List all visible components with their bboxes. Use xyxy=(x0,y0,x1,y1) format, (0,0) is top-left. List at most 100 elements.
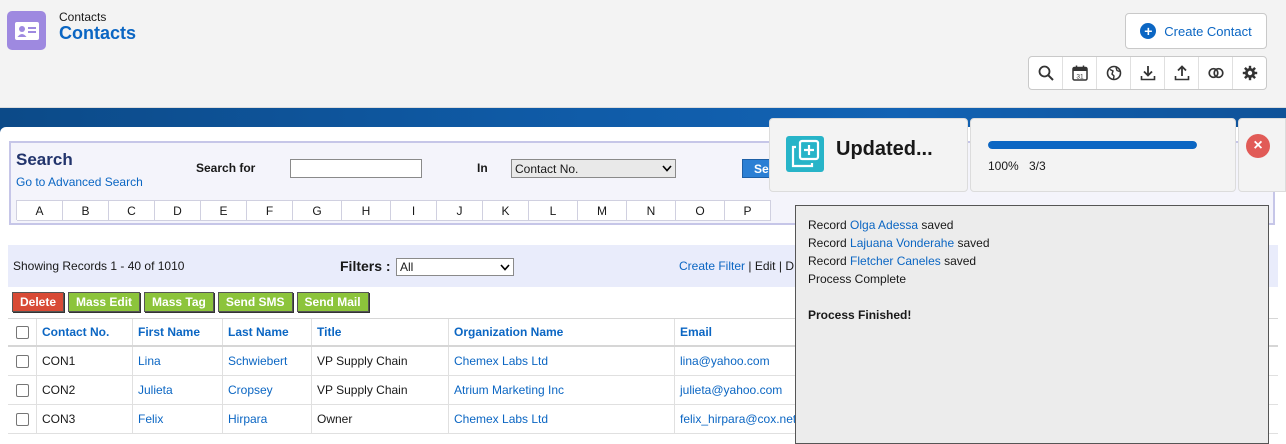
log-prefix: Record xyxy=(808,218,851,232)
alpha-letter[interactable]: J xyxy=(437,201,483,221)
alpha-letter[interactable]: D xyxy=(155,201,201,221)
progress-bar-fill xyxy=(988,141,1197,149)
alpha-letter[interactable]: K xyxy=(483,201,529,221)
title-cell: VP Supply Chain xyxy=(312,376,449,404)
filters-label: Filters : xyxy=(340,258,391,274)
mass-edit-button[interactable]: Mass Edit xyxy=(68,292,141,312)
chevron-down-icon xyxy=(662,165,672,172)
log-line: Record Olga Adessa saved xyxy=(808,218,1256,236)
alpha-letter[interactable]: C xyxy=(109,201,155,221)
first-name-link[interactable]: Julieta xyxy=(133,376,223,404)
log-suffix: saved xyxy=(918,218,954,232)
mass-actions: Delete Mass Edit Mass Tag Send SMS Send … xyxy=(12,292,369,312)
edit-filter-link[interactable]: Edit xyxy=(755,259,776,273)
send-mail-button[interactable]: Send Mail xyxy=(296,292,369,312)
upload-icon[interactable] xyxy=(1165,57,1199,89)
separator: | xyxy=(775,259,786,273)
contact-no-cell: CON3 xyxy=(37,405,133,433)
alpha-letter[interactable]: P xyxy=(725,201,771,221)
record-count: Showing Records 1 - 40 of 1010 xyxy=(13,259,185,273)
log-line: Record Lajuana Vonderahe saved xyxy=(808,236,1256,254)
search-field-select[interactable]: Contact No. xyxy=(511,159,676,178)
select-all-cell xyxy=(8,319,37,345)
search-title: Search xyxy=(16,150,73,169)
separator: | xyxy=(745,259,755,273)
column-header[interactable]: Title xyxy=(312,319,449,345)
contact-no-cell: CON2 xyxy=(37,376,133,404)
last-name-link[interactable]: Schwiebert xyxy=(223,347,312,375)
row-checkbox[interactable] xyxy=(15,354,29,368)
progress-count: 3/3 xyxy=(1029,159,1046,173)
delete-filter-link[interactable]: D xyxy=(785,259,794,273)
contact-card-icon xyxy=(14,21,39,40)
alpha-letter[interactable]: B xyxy=(63,201,109,221)
close-icon[interactable]: × xyxy=(1246,134,1270,158)
page-title[interactable]: Contacts xyxy=(59,23,136,44)
select-all-checkbox[interactable] xyxy=(15,325,29,339)
create-filter-link[interactable]: Create Filter xyxy=(679,259,745,273)
create-contact-label: Create Contact xyxy=(1164,23,1252,39)
column-header[interactable]: Contact No. xyxy=(37,319,133,345)
progress-bar xyxy=(988,141,1197,149)
row-checkbox[interactable] xyxy=(15,383,29,397)
settings-icon[interactable] xyxy=(1233,57,1266,89)
plus-circle-icon: + xyxy=(1140,23,1157,39)
send-sms-button[interactable]: Send SMS xyxy=(217,292,293,312)
last-name-link[interactable]: Hirpara xyxy=(223,405,312,433)
organization-link[interactable]: Chemex Labs Ltd xyxy=(449,347,675,375)
log-prefix: Record xyxy=(808,254,851,268)
alpha-letter[interactable]: G xyxy=(293,201,342,221)
column-header[interactable]: First Name xyxy=(133,319,223,345)
object-label: Contacts xyxy=(59,10,107,24)
mass-tag-button[interactable]: Mass Tag xyxy=(144,292,214,312)
alphabet-filter: A B C D E F G H I J K L M N O P xyxy=(16,200,771,221)
first-name-link[interactable]: Lina xyxy=(133,347,223,375)
duplicate-add-icon xyxy=(786,136,824,172)
row-select-cell xyxy=(8,347,37,375)
globe-icon[interactable] xyxy=(1097,57,1131,89)
progress-status-text: Updated... xyxy=(836,138,933,160)
alpha-letter[interactable]: F xyxy=(247,201,293,221)
advanced-search-link[interactable]: Go to Advanced Search xyxy=(16,175,143,189)
calendar-icon[interactable]: 31 xyxy=(1063,57,1097,89)
alpha-letter[interactable]: O xyxy=(676,201,725,221)
download-icon[interactable] xyxy=(1131,57,1165,89)
search-in-label: In xyxy=(477,161,488,175)
record-link[interactable]: Fletcher Caneles xyxy=(850,254,941,268)
alpha-letter[interactable]: I xyxy=(391,201,437,221)
record-link[interactable]: Olga Adessa xyxy=(850,218,918,232)
contact-no-cell: CON1 xyxy=(37,347,133,375)
alpha-letter[interactable]: H xyxy=(342,201,391,221)
log-suffix: saved xyxy=(954,236,990,250)
search-input[interactable] xyxy=(290,159,422,178)
title-cell: Owner xyxy=(312,405,449,433)
alpha-letter[interactable]: A xyxy=(17,201,63,221)
row-select-cell xyxy=(8,405,37,433)
alpha-letter[interactable]: N xyxy=(627,201,676,221)
process-finished-text: Process Finished! xyxy=(808,308,912,322)
log-prefix: Record xyxy=(808,236,851,250)
alpha-letter[interactable]: L xyxy=(529,201,578,221)
log-line: Record Fletcher Caneles saved xyxy=(808,254,1256,272)
row-select-cell xyxy=(8,376,37,404)
delete-button[interactable]: Delete xyxy=(12,292,65,312)
contacts-app-icon xyxy=(7,11,46,50)
title-cell: VP Supply Chain xyxy=(312,347,449,375)
search-icon[interactable] xyxy=(1029,57,1063,89)
row-checkbox[interactable] xyxy=(15,412,29,426)
calendar-day-text: 31 xyxy=(1076,73,1084,80)
organization-link[interactable]: Atrium Marketing Inc xyxy=(449,376,675,404)
filter-links: Create Filter | Edit | D xyxy=(679,259,794,273)
process-complete-text: Process Complete xyxy=(808,272,907,286)
filter-select[interactable]: All xyxy=(396,258,514,276)
create-contact-button[interactable]: + Create Contact xyxy=(1125,13,1267,49)
column-header[interactable]: Organization Name xyxy=(449,319,675,345)
column-header[interactable]: Last Name xyxy=(223,319,312,345)
alpha-letter[interactable]: M xyxy=(578,201,627,221)
merge-icon[interactable] xyxy=(1199,57,1233,89)
alpha-letter[interactable]: E xyxy=(201,201,247,221)
last-name-link[interactable]: Cropsey xyxy=(223,376,312,404)
first-name-link[interactable]: Felix xyxy=(133,405,223,433)
record-link[interactable]: Lajuana Vonderahe xyxy=(850,236,954,250)
organization-link[interactable]: Chemex Labs Ltd xyxy=(449,405,675,433)
